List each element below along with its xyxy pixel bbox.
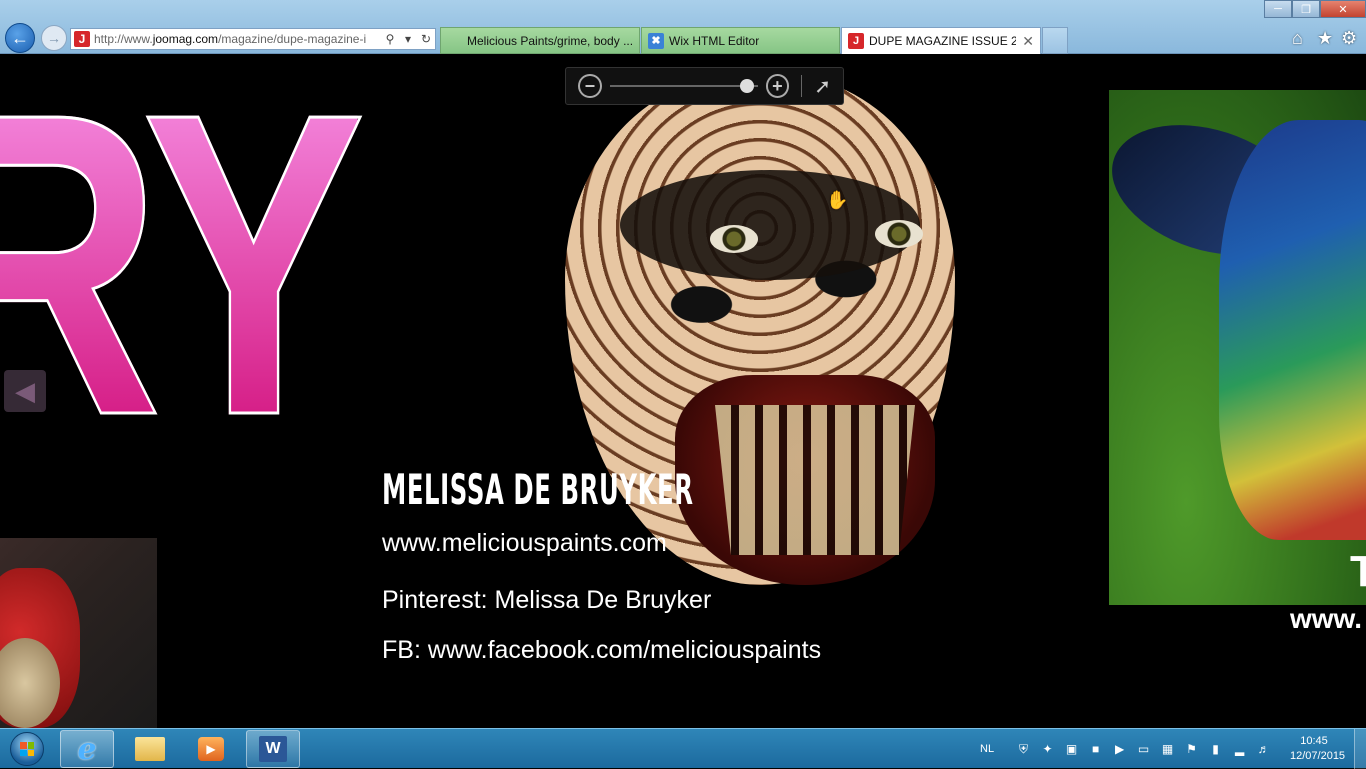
right-page-url: www. bbox=[1290, 603, 1363, 634]
minimize-button[interactable]: ─ bbox=[1264, 0, 1292, 18]
tab-label: Melicious Paints/grime, body ... bbox=[467, 33, 633, 48]
restore-icon: ❐ bbox=[1301, 3, 1311, 16]
painted-teeth bbox=[715, 405, 915, 555]
action-center-flag-icon[interactable]: ⚑ bbox=[1183, 741, 1200, 758]
security-shield-icon[interactable]: ⛨ bbox=[1015, 741, 1032, 758]
address-bar[interactable]: J http://www.joomag.com/magazine/dupe-ma… bbox=[70, 28, 436, 50]
orange-app-icon[interactable]: ■ bbox=[1087, 741, 1104, 758]
tab-label: DUPE MAGAZINE ISSUE 2 J... bbox=[869, 34, 1016, 48]
usb-device-icon[interactable]: ▮ bbox=[1207, 741, 1224, 758]
artist-pinterest: Pinterest: Melissa De Bruyker bbox=[382, 586, 712, 614]
windows-logo-icon bbox=[10, 732, 44, 766]
tab-melicious-paints[interactable]: Melicious Paints/grime, body ... bbox=[440, 27, 640, 54]
close-icon: ✕ bbox=[1338, 3, 1348, 16]
arrow-right-icon: → bbox=[47, 30, 61, 46]
internet-explorer-icon: e bbox=[77, 731, 97, 767]
system-clock[interactable]: 10:45 12/07/2015 bbox=[1290, 734, 1346, 764]
toolbar-divider bbox=[801, 75, 803, 97]
artist-facebook: FB: www.facebook.com/meliciouspaints bbox=[382, 636, 822, 664]
system-tray: NL ⛨ ✦ ▣ ■ ▶ ▭ ▦ ⚑ ▮ ▂ ♬ bbox=[980, 729, 1272, 769]
clock-time: 10:45 bbox=[1300, 735, 1328, 747]
address-url[interactable]: http://www.joomag.com/magazine/dupe-maga… bbox=[94, 32, 381, 46]
zoom-out-button[interactable]: − bbox=[578, 74, 602, 98]
artist-name-heading: MELISSA DE BRUYKER bbox=[382, 465, 694, 514]
photo-bodypaint bbox=[1219, 120, 1366, 540]
close-window-button[interactable]: ✕ bbox=[1320, 0, 1366, 18]
taskbar-file-explorer[interactable] bbox=[123, 730, 177, 768]
left-page-headline: RY bbox=[0, 55, 367, 482]
url-path: /magazine/dupe-magazine-i bbox=[218, 32, 367, 46]
url-prefix: http://www. bbox=[94, 32, 153, 46]
right-page-caption: T bbox=[1350, 547, 1366, 596]
right-page-bodypaint-photo bbox=[1109, 90, 1366, 605]
window-controls: ─ ❐ ✕ bbox=[1264, 0, 1366, 18]
zoom-in-button[interactable]: + bbox=[765, 74, 790, 98]
previous-page-button[interactable]: ◀ bbox=[4, 370, 46, 412]
refresh-icon[interactable]: ↻ bbox=[417, 32, 435, 46]
home-icon[interactable]: ⌂ bbox=[1292, 28, 1303, 49]
pointer-select-icon[interactable]: ➚ bbox=[814, 74, 831, 99]
browser-chrome: ← → J http://www.joomag.com/magazine/dup… bbox=[0, 0, 1366, 54]
restore-button[interactable]: ❐ bbox=[1292, 0, 1320, 18]
display-icon[interactable]: ▭ bbox=[1135, 741, 1152, 758]
zoom-toolbar: − + ➚ bbox=[565, 67, 844, 105]
minimize-icon: ─ bbox=[1274, 3, 1282, 15]
show-desktop-button[interactable] bbox=[1354, 729, 1366, 769]
minus-icon: − bbox=[584, 76, 596, 96]
dropdown-arrow-icon[interactable]: ▾ bbox=[399, 32, 417, 46]
signal-strength-icon[interactable]: ▂ bbox=[1231, 741, 1248, 758]
taskbar: e ▶ W NL ⛨ ✦ ▣ ■ ▶ ▭ ▦ ⚑ ▮ ▂ ♬ 10:45 12/… bbox=[0, 728, 1366, 769]
start-button[interactable] bbox=[2, 729, 52, 769]
joomag-favicon-icon: J bbox=[848, 33, 864, 49]
clock-date: 12/07/2015 bbox=[1290, 750, 1346, 762]
language-indicator[interactable]: NL bbox=[980, 743, 994, 755]
triangle-left-icon: ◀ bbox=[15, 375, 35, 406]
arrow-left-icon: ← bbox=[11, 27, 29, 48]
magazine-viewer[interactable]: RY ◀ − + ➚ ✋ MELISSA DE BRUYKER www.meli… bbox=[0, 55, 1366, 728]
folder-icon bbox=[135, 737, 165, 761]
left-page-photo bbox=[0, 538, 157, 728]
volume-icon[interactable]: ♬ bbox=[1255, 741, 1272, 758]
close-tab-icon[interactable]: ✕ bbox=[1016, 33, 1034, 50]
eye-mask bbox=[620, 170, 920, 280]
tab-dupe-magazine[interactable]: J DUPE MAGAZINE ISSUE 2 J... ✕ bbox=[841, 27, 1041, 54]
word-icon: W bbox=[259, 736, 287, 762]
bluetooth-icon[interactable]: ▶ bbox=[1111, 741, 1128, 758]
left-eye bbox=[710, 225, 758, 253]
remote-desktop-icon[interactable]: ▦ bbox=[1159, 741, 1176, 758]
wix-favicon-icon: ✖ bbox=[648, 32, 664, 49]
tab-wix-html-editor[interactable]: ✖ Wix HTML Editor bbox=[641, 27, 840, 54]
taskbar-internet-explorer[interactable]: e bbox=[60, 730, 114, 768]
favorites-star-icon[interactable]: ★ bbox=[1317, 28, 1333, 49]
search-icon[interactable]: ⚲ bbox=[381, 32, 399, 46]
forward-button[interactable]: → bbox=[41, 25, 67, 51]
taskbar-microsoft-word[interactable]: W bbox=[246, 730, 300, 768]
artist-website: www.meliciouspaints.com bbox=[382, 529, 667, 557]
taskbar-media-player[interactable]: ▶ bbox=[184, 730, 238, 768]
url-domain: joomag.com bbox=[152, 32, 219, 46]
network-adapter-icon[interactable]: ▣ bbox=[1063, 741, 1080, 758]
plus-icon: + bbox=[772, 76, 783, 96]
bird-icon[interactable]: ✦ bbox=[1039, 741, 1056, 758]
zoom-slider[interactable] bbox=[609, 79, 758, 93]
hand-cursor-icon: ✋ bbox=[826, 190, 849, 210]
zoom-slider-thumb[interactable] bbox=[740, 79, 755, 93]
right-eye bbox=[875, 220, 923, 248]
new-tab-button[interactable] bbox=[1042, 27, 1068, 54]
tab-label: Wix HTML Editor bbox=[669, 33, 760, 48]
gear-icon[interactable]: ⚙ bbox=[1341, 28, 1357, 49]
media-player-icon: ▶ bbox=[198, 737, 224, 761]
back-button[interactable]: ← bbox=[5, 23, 35, 53]
joomag-favicon-icon: J bbox=[74, 31, 90, 47]
